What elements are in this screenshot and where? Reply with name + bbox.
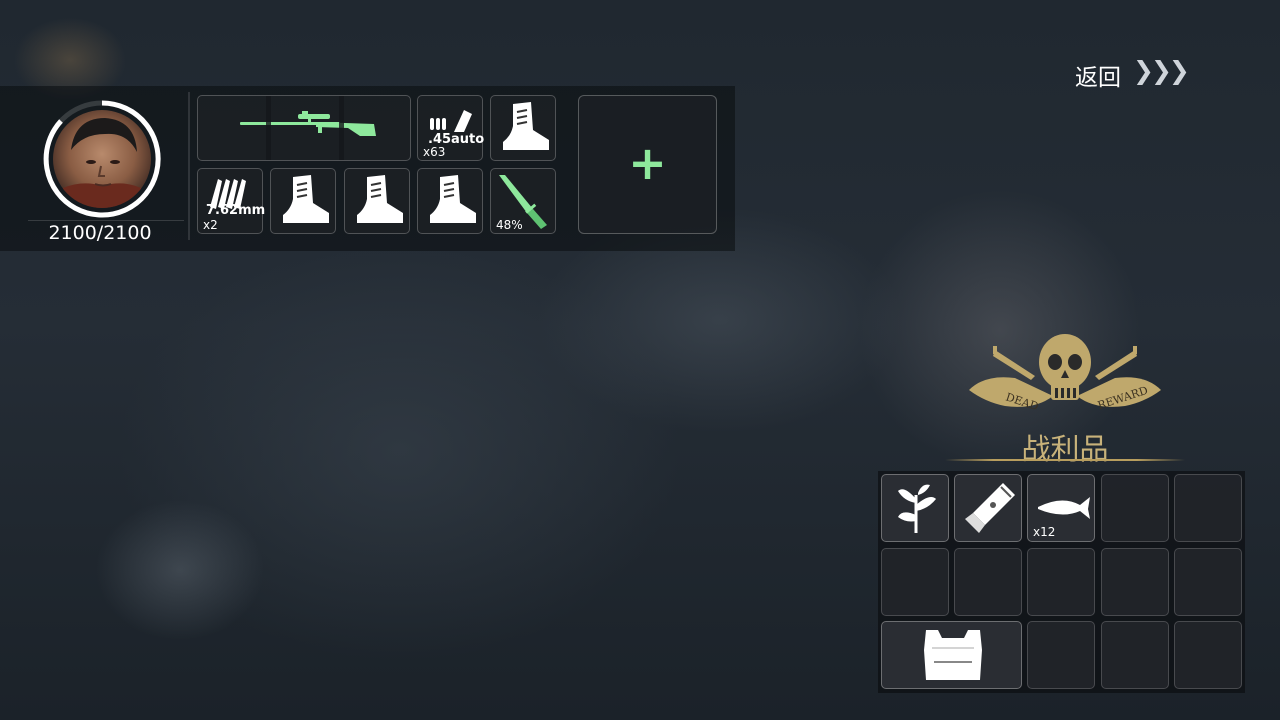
loot-qty: x12 — [1033, 525, 1056, 539]
hp-divider — [28, 220, 184, 221]
knife-slot[interactable]: 48% — [490, 168, 556, 234]
boots-slot[interactable] — [490, 95, 556, 161]
hp-text: 2100/2100 — [48, 222, 152, 244]
body-armor-icon — [924, 630, 982, 680]
ammo-762-slot[interactable]: 7.62mm x2 — [197, 168, 266, 234]
skull-emblem-icon: DEAD REWARD — [969, 334, 1161, 413]
primary-weapon-slot[interactable] — [197, 95, 411, 161]
slot-separator — [339, 96, 344, 160]
loot-slot-empty[interactable] — [1174, 474, 1242, 542]
loot-title: 战利品 — [1021, 432, 1109, 466]
sniper-rifle-icon — [240, 111, 376, 136]
ammo-762-label: 7.62mm — [206, 203, 266, 218]
ammo-45-slot[interactable]: .45auto x63 — [417, 95, 484, 161]
chevrons-right-icon[interactable]: ❯❯❯ — [1133, 56, 1190, 85]
boots-slot[interactable] — [417, 168, 483, 234]
boot-icon — [357, 175, 403, 223]
loot-slot-empty[interactable] — [1101, 548, 1169, 616]
loot-slot-empty[interactable] — [1101, 621, 1169, 689]
boots-slot[interactable] — [344, 168, 410, 234]
loot-slot-empty[interactable] — [1174, 548, 1242, 616]
panel-divider — [188, 92, 190, 240]
loot-slot-empty[interactable] — [954, 548, 1022, 616]
herb-icon — [898, 484, 936, 533]
boots-slot[interactable] — [270, 168, 336, 234]
hp-ring — [43, 100, 161, 218]
loot-slot-empty[interactable] — [1174, 621, 1242, 689]
boot-icon — [430, 175, 476, 223]
slot-separator — [266, 96, 271, 160]
flashlight-icon — [965, 483, 1015, 533]
player-avatar[interactable] — [41, 98, 163, 220]
loot-slot[interactable]: x12 — [1027, 474, 1095, 542]
back-button[interactable]: 返回 — [1075, 58, 1121, 92]
ammo-762-qty: x2 — [203, 218, 218, 232]
loot-slot-empty[interactable] — [1027, 621, 1095, 689]
loot-slot-empty[interactable] — [881, 548, 949, 616]
loot-slot-empty[interactable] — [1027, 548, 1095, 616]
loot-slot[interactable] — [954, 474, 1022, 542]
ammo-45-qty: x63 — [423, 145, 446, 159]
loot-slot[interactable] — [881, 474, 949, 542]
loot-title-underline — [945, 459, 1185, 461]
loot-slot-empty[interactable] — [1101, 474, 1169, 542]
add-slot-button[interactable]: + — [578, 95, 717, 234]
boot-icon — [283, 175, 329, 223]
loot-slot[interactable] — [881, 621, 1022, 689]
boot-icon — [503, 102, 549, 150]
knife-durability: 48% — [496, 218, 523, 232]
